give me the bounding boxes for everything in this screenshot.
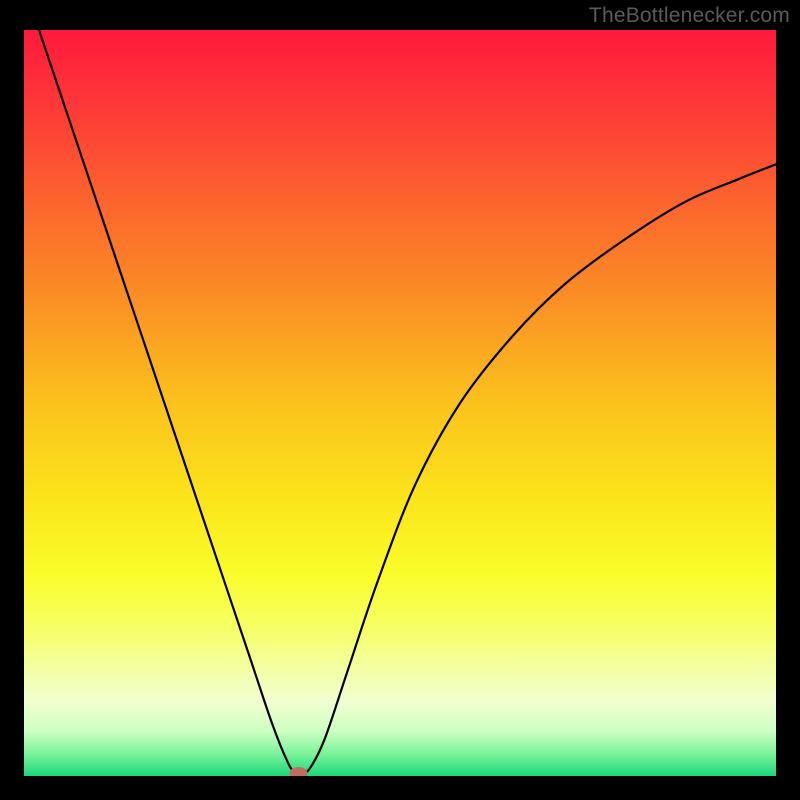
chart-container [24, 30, 776, 776]
bottleneck-chart [24, 30, 776, 776]
chart-background [24, 30, 776, 776]
watermark-text: TheBottlenecker.com [589, 4, 790, 28]
